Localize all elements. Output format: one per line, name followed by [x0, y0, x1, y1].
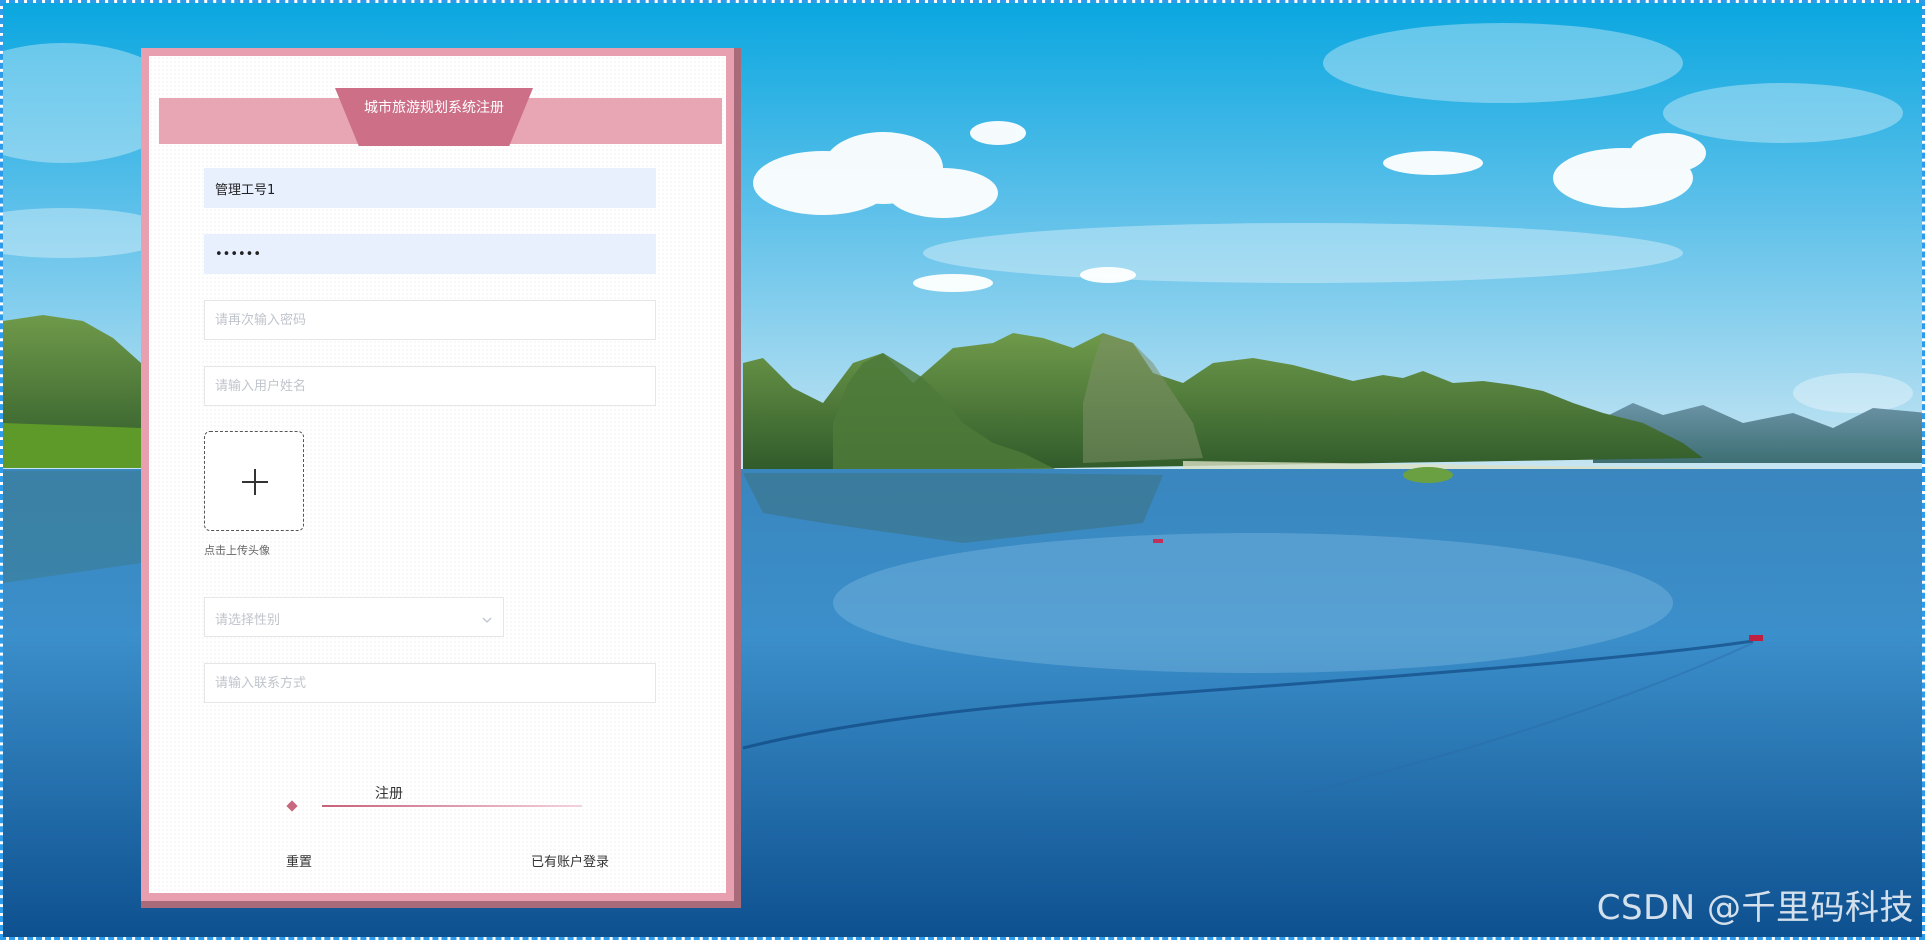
register-underline: [322, 805, 582, 807]
register-card: 城市旅游规划系统注册 点击上传头像 请选择性别: [141, 48, 741, 908]
reset-button[interactable]: 重置: [286, 851, 312, 870]
diamond-icon: [286, 800, 298, 812]
upload-hint: 点击上传头像: [204, 544, 270, 557]
gender-select-placeholder: 请选择性别: [215, 613, 281, 628]
contact-input[interactable]: [204, 663, 656, 703]
page: 城市旅游规划系统注册 点击上传头像 请选择性别: [0, 0, 1925, 940]
login-link[interactable]: 已有账户登录: [531, 851, 609, 870]
gender-select[interactable]: 请选择性别: [204, 597, 504, 637]
confirm-password-input[interactable]: [204, 300, 656, 340]
account-input[interactable]: [204, 168, 656, 208]
register-card-body: 城市旅游规划系统注册 点击上传头像 请选择性别: [149, 56, 726, 893]
form-title: 城市旅游规划系统注册: [364, 100, 504, 116]
avatar-upload[interactable]: [204, 431, 304, 531]
watermark: CSDN @千里码科技: [1596, 888, 1914, 928]
password-input[interactable]: [204, 234, 656, 274]
chevron-down-icon: [481, 611, 493, 623]
username-input[interactable]: [204, 366, 656, 406]
